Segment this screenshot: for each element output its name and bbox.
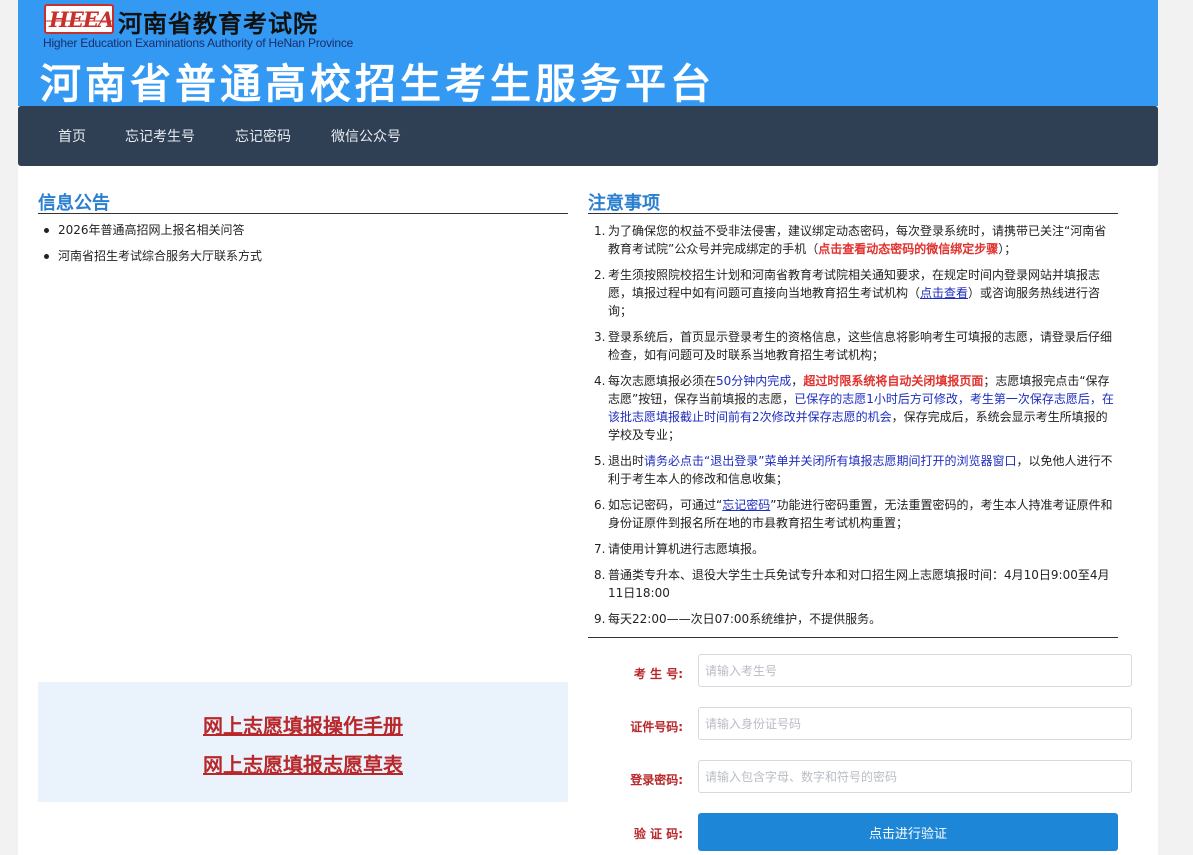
candidate-number-input[interactable]	[698, 654, 1132, 687]
wechat-binding-steps-link[interactable]: 点击查看动态密码的微信绑定步骤	[818, 242, 998, 256]
announcement-link[interactable]: 2026年普通高招网上报名相关问答	[58, 223, 245, 237]
heea-logo: HEEA	[44, 4, 114, 34]
note-number: 2.	[594, 268, 606, 282]
note-highlight: 请务必点击“退出登录”菜单并关闭所有填报志愿期间打开的浏览器窗口	[644, 454, 1017, 468]
note-item: 2. 考生须按照院校招生计划和河南省教育考试院相关通知要求，在规定时间内登录网站…	[588, 266, 1118, 320]
logo-letters: HEEA	[49, 7, 114, 32]
note-highlight: 50分钟内完成	[716, 374, 792, 388]
note-text: 每次志愿填报必须在	[608, 374, 717, 388]
announcements-title: 信息公告	[38, 193, 110, 214]
forgot-password-link[interactable]: 忘记密码	[722, 498, 770, 512]
note-number: 9.	[594, 612, 606, 626]
id-number-label: 证件号码:	[630, 720, 683, 734]
note-item: 9. 每天22:00——次日07:00系统维护，不提供服务。	[588, 610, 1118, 628]
note-item: 7. 请使用计算机进行志愿填报。	[588, 540, 1118, 558]
note-number: 6.	[594, 498, 606, 512]
announcement-link[interactable]: 河南省招生考试综合服务大厅联系方式	[58, 249, 262, 263]
note-number: 4.	[594, 374, 606, 388]
note-item: 6. 如忘记密码，可通过“忘记密码”功能进行密码重置，无法重置密码的，考生本人持…	[588, 496, 1118, 532]
note-number: 8.	[594, 568, 606, 582]
note-text: 如忘记密码，可通过“	[608, 498, 723, 512]
note-item: 3. 登录系统后，首页显示登录考生的资格信息，这些信息将影响考生可填报的志愿，请…	[588, 328, 1118, 364]
note-text: 退出时	[608, 454, 645, 468]
id-number-input[interactable]	[698, 707, 1132, 740]
notes-divider	[588, 213, 1118, 214]
main-navbar: 首页 忘记考生号 忘记密码 微信公众号	[18, 106, 1158, 166]
authority-name-cn: 河南省教育考试院	[118, 10, 318, 38]
announcement-list: 2026年普通高招网上报名相关问答 河南省招生考试综合服务大厅联系方式	[38, 222, 568, 274]
note-number: 5.	[594, 454, 606, 468]
announcements-divider	[38, 213, 568, 214]
note-warning: 超过时限系统将自动关闭填报页面	[803, 374, 984, 388]
announcement-item[interactable]: 2026年普通高招网上报名相关问答	[38, 222, 568, 248]
note-number: 1.	[594, 224, 606, 238]
note-text: 每天22:00——次日07:00系统维护，不提供服务。	[608, 612, 882, 626]
page-right-margin	[1158, 0, 1193, 855]
notes-list: 1. 为了确保您的权益不受非法侵害，建议绑定动态密码，每次登录系统时，请携带已关…	[588, 222, 1118, 636]
manual-download-link[interactable]: 网上志愿填报操作手册	[38, 710, 568, 739]
captcha-label: 验 证 码:	[633, 827, 683, 841]
note-item: 4. 每次志愿填报必须在50分钟内完成，超过时限系统将自动关闭填报页面；志愿填报…	[588, 372, 1118, 444]
password-label: 登录密码:	[630, 773, 683, 787]
platform-title: 河南省普通高校招生考生服务平台	[40, 60, 715, 108]
nav-item-wechat[interactable]: 微信公众号	[331, 126, 401, 146]
note-text: 普通类专升本、退役大学生士兵免试专升本和对口招生网上志愿填报时间：4月10日9:…	[608, 568, 1110, 600]
authority-name-en: Higher Education Examinations Authority …	[43, 36, 354, 50]
note-item: 1. 为了确保您的权益不受非法侵害，建议绑定动态密码，每次登录系统时，请携带已关…	[588, 222, 1118, 258]
announcement-item[interactable]: 河南省招生考试综合服务大厅联系方式	[38, 248, 568, 274]
nav-item-forgot-password[interactable]: 忘记密码	[235, 126, 291, 146]
note-text: 请使用计算机进行志愿填报。	[608, 542, 765, 556]
notes-title: 注意事项	[588, 193, 660, 214]
notes-bottom-divider	[588, 637, 1118, 638]
nav-item-home[interactable]: 首页	[58, 126, 86, 146]
password-input[interactable]	[698, 760, 1132, 793]
note-item: 8. 普通类专升本、退役大学生士兵免试专升本和对口招生网上志愿填报时间：4月10…	[588, 566, 1118, 602]
note-text: 登录系统后，首页显示登录考生的资格信息，这些信息将影响考生可填报的志愿，请登录后…	[608, 330, 1113, 362]
draft-form-download-link[interactable]: 网上志愿填报志愿草表	[38, 749, 568, 778]
note-number: 7.	[594, 542, 606, 556]
page-left-margin	[0, 0, 18, 855]
downloads-panel: 网上志愿填报操作手册 网上志愿填报志愿草表	[38, 682, 568, 802]
note-number: 3.	[594, 330, 606, 344]
note-text: ）；	[998, 242, 1017, 256]
verify-button[interactable]: 点击进行验证	[698, 813, 1118, 851]
site-header: HEEA 河南省教育考试院 Higher Education Examinati…	[18, 0, 1158, 108]
nav-item-forgot-candidate-number[interactable]: 忘记考生号	[125, 126, 195, 146]
candidate-number-label: 考 生 号:	[633, 667, 683, 681]
note-item: 5. 退出时请务必点击“退出登录”菜单并关闭所有填报志愿期间打开的浏览器窗口，以…	[588, 452, 1118, 488]
note-text: ，	[791, 374, 804, 388]
view-agencies-link[interactable]: 点击查看	[920, 286, 968, 300]
